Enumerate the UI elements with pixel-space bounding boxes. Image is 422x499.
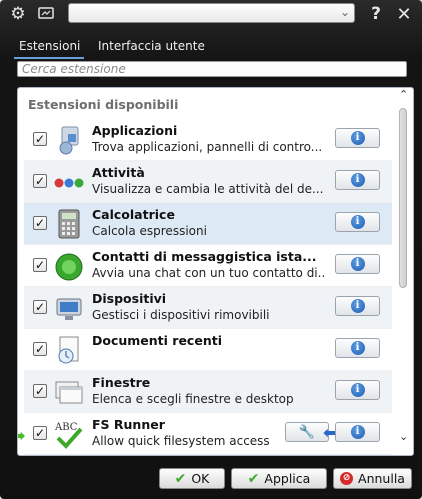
info-icon: i bbox=[350, 215, 365, 229]
activities-icon bbox=[54, 166, 84, 198]
arrow-right-icon: ➡ bbox=[18, 426, 25, 445]
cancel-button[interactable]: ⊘ Annulla bbox=[333, 468, 412, 489]
check-icon: ✔ bbox=[174, 470, 187, 487]
list-item[interactable]: ✓ Attività Visualizza e cambia le attivi… bbox=[24, 161, 392, 203]
list-item[interactable]: ➡ ✓ ABC FS Runner Allow quick filesystem… bbox=[18, 413, 392, 455]
applications-icon bbox=[54, 124, 84, 156]
list-item[interactable]: ✓ Applicazioni Trova applicazioni, panne… bbox=[24, 119, 392, 161]
item-description: Calcola espressioni bbox=[92, 224, 207, 238]
devices-icon bbox=[54, 292, 84, 324]
chevron-down-icon[interactable]: ⌄ bbox=[340, 5, 350, 19]
info-button[interactable]: i bbox=[335, 296, 380, 316]
list-item[interactable]: ✓ Contatti di messaggistica ista... Avvi… bbox=[24, 245, 392, 287]
search-input[interactable]: Cerca estensione bbox=[17, 61, 407, 77]
close-icon[interactable]: ✕ bbox=[394, 4, 414, 25]
chevron-up-icon[interactable]: ⌃ bbox=[399, 88, 408, 101]
fs-runner-icon: ABC bbox=[54, 418, 84, 450]
im-contacts-icon bbox=[54, 250, 84, 282]
extensions-panel: Estensioni disponibili ✓ Applicazioni Tr… bbox=[17, 87, 414, 456]
info-icon: i bbox=[350, 173, 365, 187]
item-description: Visualizza e cambia le attività del de..… bbox=[92, 182, 324, 196]
item-title: Finestre bbox=[92, 375, 151, 390]
enable-checkbox[interactable]: ✓ bbox=[33, 426, 47, 440]
list-scrollbar[interactable]: ⌃ ⌄ bbox=[395, 88, 413, 455]
enable-checkbox[interactable]: ✓ bbox=[33, 300, 47, 314]
wrench-icon: 🔧 bbox=[298, 424, 316, 440]
list-item[interactable]: ✓ Documenti recenti i bbox=[24, 329, 392, 371]
info-button[interactable]: i bbox=[335, 254, 380, 274]
item-title: Documenti recenti bbox=[92, 333, 222, 348]
list-item[interactable]: ✓ Finestre Elenca e scegli finestre e de… bbox=[24, 371, 392, 413]
krunner-config-window: ⚙ ⌄ ? ✕ Estensioni Interfaccia utente Ce… bbox=[0, 0, 422, 499]
item-description: Trova applicazioni, pannelli di contro..… bbox=[92, 140, 323, 154]
info-icon: i bbox=[350, 383, 365, 397]
item-description: Gestisci i dispositivi rimovibili bbox=[92, 308, 270, 322]
check-icon: ✔ bbox=[247, 470, 260, 487]
cancel-icon: ⊘ bbox=[340, 472, 354, 485]
info-button[interactable]: i bbox=[335, 380, 380, 400]
svg-text:ABC: ABC bbox=[54, 422, 78, 433]
info-button[interactable]: i bbox=[335, 338, 380, 358]
query-combobox[interactable]: ⌄ bbox=[68, 3, 355, 23]
ok-button[interactable]: ✔ OK bbox=[159, 468, 225, 489]
windows-icon bbox=[54, 376, 84, 408]
enable-checkbox[interactable]: ✓ bbox=[33, 258, 47, 272]
enable-checkbox[interactable]: ✓ bbox=[33, 174, 47, 188]
info-button[interactable]: i bbox=[335, 170, 380, 190]
enable-checkbox[interactable]: ✓ bbox=[33, 384, 47, 398]
list-item[interactable]: ✓ Dispositivi Gestisci i dispositivi rim… bbox=[24, 287, 392, 329]
item-title: Calcolatrice bbox=[92, 207, 175, 222]
ok-label: OK bbox=[191, 471, 210, 486]
help-icon[interactable]: ? bbox=[366, 4, 386, 24]
item-title: Dispositivi bbox=[92, 291, 167, 306]
item-title: Applicazioni bbox=[92, 123, 178, 138]
cancel-label: Annulla bbox=[358, 471, 405, 486]
list-item[interactable]: ✓ Calcolatrice Calcola espressioni i bbox=[24, 203, 392, 245]
list-header: Estensioni disponibili bbox=[28, 97, 179, 112]
active-tab-indicator bbox=[14, 57, 84, 59]
item-title: Contatti di messaggistica ista... bbox=[92, 249, 317, 264]
tab-user-interface[interactable]: Interfaccia utente bbox=[98, 39, 205, 53]
calculator-icon bbox=[54, 208, 84, 240]
info-button[interactable]: i bbox=[335, 422, 380, 442]
recent-documents-icon bbox=[54, 334, 84, 366]
item-title: Attività bbox=[92, 165, 145, 180]
apply-button[interactable]: ✔ Applica bbox=[231, 468, 327, 489]
scrollbar-thumb[interactable] bbox=[399, 108, 407, 288]
gear-icon[interactable]: ⚙ bbox=[8, 4, 28, 24]
enable-checkbox[interactable]: ✓ bbox=[33, 216, 47, 230]
info-icon: i bbox=[350, 299, 365, 313]
info-icon: i bbox=[350, 425, 365, 439]
extensions-list: ✓ Applicazioni Trova applicazioni, panne… bbox=[18, 119, 392, 455]
info-icon: i bbox=[350, 257, 365, 271]
tab-extensions[interactable]: Estensioni bbox=[19, 39, 80, 53]
title-bar: ⚙ ⌄ ? ✕ bbox=[0, 0, 422, 28]
info-button[interactable]: i bbox=[335, 212, 380, 232]
enable-checkbox[interactable]: ✓ bbox=[33, 132, 47, 146]
info-button[interactable]: i bbox=[335, 128, 380, 148]
apply-label: Applica bbox=[264, 471, 311, 486]
info-icon: i bbox=[350, 131, 365, 145]
enable-checkbox[interactable]: ✓ bbox=[33, 342, 47, 356]
chevron-down-icon[interactable]: ⌄ bbox=[399, 430, 408, 443]
monitor-icon[interactable] bbox=[36, 4, 56, 24]
info-icon: i bbox=[350, 341, 365, 355]
item-description: Avvia una chat con un tuo contatto di... bbox=[92, 266, 324, 280]
item-description: Elenca e scegli finestre e desktop bbox=[92, 392, 294, 406]
